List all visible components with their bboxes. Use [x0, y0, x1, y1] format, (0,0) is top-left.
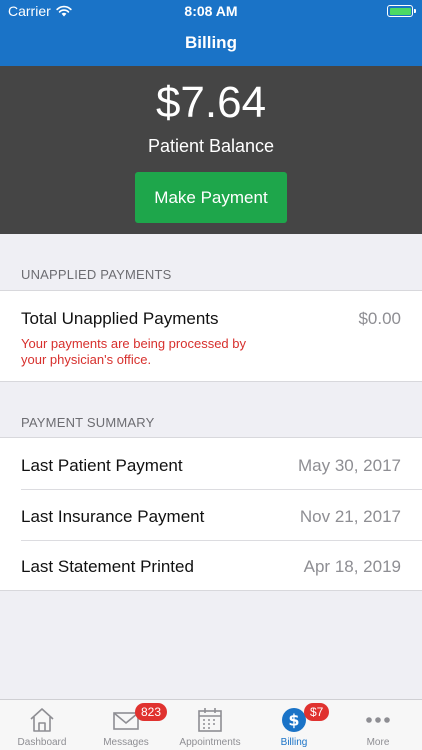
summary-row-label: Last Insurance Payment: [21, 507, 205, 526]
balance-panel: $7.64 Patient Balance Make Payment: [0, 66, 422, 234]
unapplied-card: Total Unapplied Payments $0.00 Your paym…: [0, 290, 422, 382]
tab-messages[interactable]: 823 Messages: [84, 700, 168, 750]
app-header: Carrier 8:08 AM Billing: [0, 0, 422, 66]
tab-label: Dashboard: [17, 737, 67, 748]
unapplied-row: Total Unapplied Payments $0.00: [21, 309, 401, 329]
row-divider: [21, 489, 422, 490]
summary-row-value: Nov 21, 2017: [299, 507, 401, 526]
unapplied-label: Total Unapplied Payments: [21, 309, 219, 328]
summary-row-label: Last Patient Payment: [21, 456, 183, 475]
unapplied-section-header: UNAPPLIED PAYMENTS: [21, 267, 172, 282]
summary-row-insurance-payment: Last Insurance Payment Nov 21, 2017: [21, 507, 401, 527]
more-icon: [366, 717, 390, 723]
svg-text:$: $: [288, 711, 299, 730]
summary-row-label: Last Statement Printed: [21, 557, 194, 576]
battery-icon: [387, 5, 416, 17]
summary-row-statement-printed: Last Statement Printed Apr 18, 2019: [21, 557, 401, 577]
status-bar: Carrier 8:08 AM: [0, 0, 422, 22]
summary-row-value: Apr 18, 2019: [303, 557, 401, 576]
tab-billing[interactable]: $ $7 Billing: [252, 700, 336, 750]
home-icon: [30, 708, 54, 732]
summary-row-patient-payment: Last Patient Payment May 30, 2017: [21, 456, 401, 476]
row-divider: [21, 540, 422, 541]
summary-card: Last Patient Payment May 30, 2017 Last I…: [0, 437, 422, 591]
tab-dashboard[interactable]: Dashboard: [0, 700, 84, 750]
balance-label: Patient Balance: [147, 136, 275, 156]
make-payment-button[interactable]: Make Payment: [135, 172, 287, 223]
tab-more[interactable]: More: [336, 700, 420, 750]
summary-section-header: PAYMENT SUMMARY: [21, 415, 155, 430]
messages-badge: 823: [135, 703, 168, 721]
tab-label: More: [366, 737, 390, 748]
summary-row-value: May 30, 2017: [297, 456, 401, 475]
tab-label: Billing: [280, 737, 308, 748]
processing-warning: Your payments are being processed by you…: [21, 336, 246, 367]
calendar-icon: [198, 708, 222, 732]
balance-amount: $7.64: [155, 78, 267, 127]
page-title: Billing: [185, 33, 237, 52]
tab-label: Messages: [103, 737, 149, 748]
tab-appointments[interactable]: Appointments: [168, 700, 252, 750]
billing-badge: $7: [304, 703, 330, 721]
status-time: 8:08 AM: [184, 3, 238, 19]
unapplied-value: $0.00: [358, 309, 401, 328]
tab-label: Appointments: [179, 737, 241, 748]
tab-bar: Dashboard 823 Messages Appointments $ $7…: [0, 699, 422, 750]
